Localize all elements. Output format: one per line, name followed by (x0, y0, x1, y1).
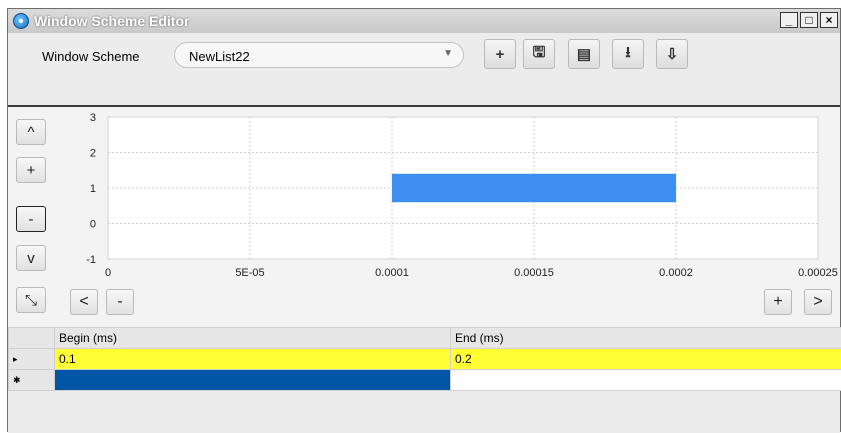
add-scheme-button[interactable]: + (484, 39, 516, 69)
corner-header (9, 328, 55, 349)
end-cell[interactable]: 0.2 (451, 349, 841, 370)
y-tick-label: 1 (90, 183, 96, 195)
x-tick-label: 0.00025 (798, 267, 838, 279)
import-button[interactable]: ⇩ (656, 39, 688, 69)
title-bar[interactable]: Window Scheme Editor _ □ × (8, 9, 840, 34)
new-row[interactable]: ✱ (9, 370, 841, 391)
save-icon: 🖫 (533, 42, 546, 67)
window-scheme-value: NewList22 (189, 49, 250, 64)
chart-panel: ^ + - v ⤡ 05E-050.00010.000150.00020.000… (8, 107, 840, 327)
table-row[interactable]: ▸ 0.1 0.2 (9, 349, 841, 370)
download-icon: ⭳ (625, 42, 630, 67)
x-tick-label: 5E-05 (235, 267, 264, 279)
chevron-right-icon: > (813, 293, 822, 311)
minimize-button[interactable]: _ (780, 12, 798, 28)
window-title: Window Scheme Editor (34, 13, 189, 29)
column-header-end[interactable]: End (ms) (451, 328, 841, 349)
zoom-in-x-button[interactable]: + (764, 289, 792, 315)
maximize-button[interactable]: □ (800, 12, 818, 28)
y-tick-label: 0 (90, 219, 96, 231)
plus-icon: + (773, 293, 782, 311)
save-all-button[interactable]: ▤ (568, 39, 600, 69)
y-tick-label: 2 (90, 148, 96, 160)
x-tick-label: 0.0002 (659, 267, 693, 279)
window-scheme-label: Window Scheme (42, 49, 140, 64)
zoom-out-x-button[interactable]: - (106, 289, 134, 315)
close-button[interactable]: × (820, 12, 838, 28)
y-tick-label: -1 (86, 254, 96, 266)
current-row-marker-icon: ▸ (9, 349, 55, 370)
import-icon: ⇩ (666, 45, 679, 63)
new-row-begin-cell[interactable] (55, 370, 451, 391)
y-tick-label: 3 (90, 112, 96, 124)
window-scheme-select[interactable]: NewList22 ▼ (174, 42, 464, 68)
x-tick-label: 0 (105, 267, 111, 279)
save-all-icon: ▤ (577, 45, 591, 63)
column-header-begin[interactable]: Begin (ms) (55, 328, 451, 349)
new-row-marker-icon: ✱ (9, 370, 55, 391)
window-segment-bar (392, 174, 676, 202)
chevron-left-icon: < (79, 293, 88, 311)
x-tick-label: 0.0001 (375, 267, 409, 279)
window-table: Begin (ms) End (ms) ▸ 0.1 0.2 ✱ (8, 327, 840, 433)
new-row-end-cell[interactable] (451, 370, 841, 391)
window-scheme-editor: Window Scheme Editor _ □ × Window Scheme… (7, 8, 841, 432)
app-icon (13, 13, 29, 29)
chevron-down-icon: ▼ (443, 48, 453, 59)
minus-icon: - (117, 293, 122, 311)
save-button[interactable]: 🖫 (523, 39, 555, 69)
x-tick-label: 0.00015 (514, 267, 554, 279)
begin-cell[interactable]: 0.1 (55, 349, 451, 370)
toolbar: Window Scheme NewList22 ▼ + 🖫 ▤ ⭳ ⇩ (8, 33, 840, 107)
pan-right-button[interactable]: > (804, 289, 832, 315)
add-icon: + (496, 46, 505, 63)
pan-left-button[interactable]: < (70, 289, 98, 315)
download-button[interactable]: ⭳ (612, 39, 644, 69)
